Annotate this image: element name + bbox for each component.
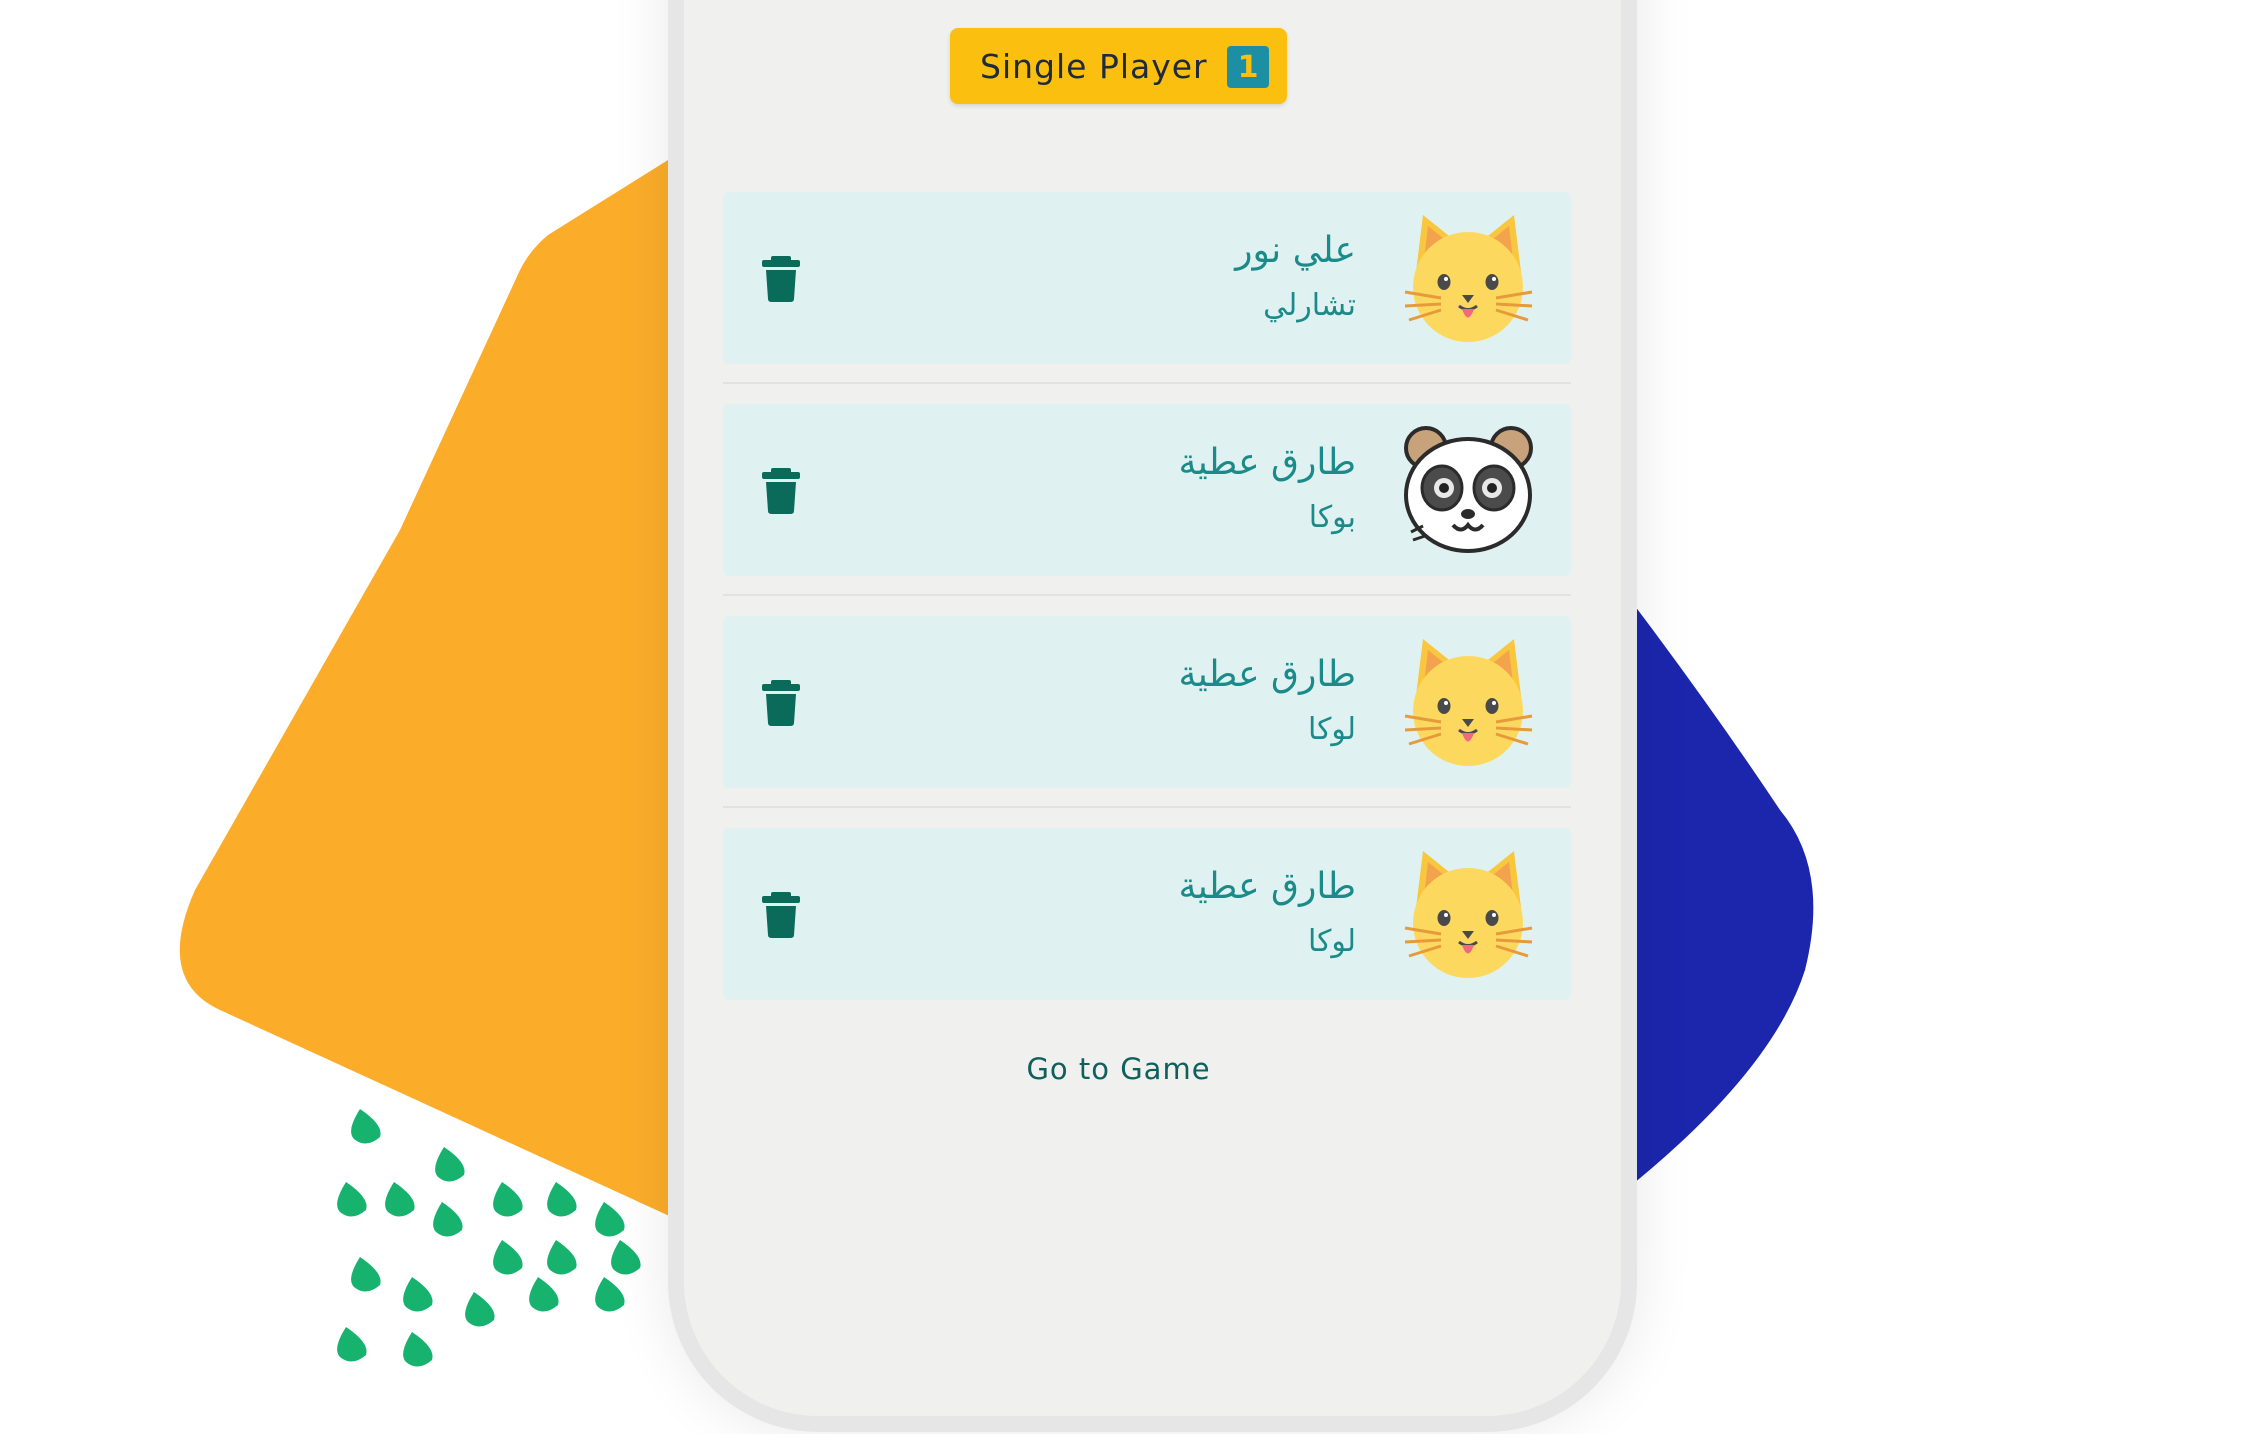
green-dot — [351, 1257, 381, 1292]
green-dot — [385, 1182, 415, 1217]
green-dot — [547, 1240, 577, 1275]
green-dot — [403, 1332, 433, 1367]
go-to-game-link[interactable]: Go to Game — [980, 1052, 1257, 1086]
panda-icon — [1401, 422, 1536, 557]
green-dot — [595, 1202, 625, 1237]
green-dot — [493, 1182, 523, 1217]
cat-icon — [1401, 634, 1536, 769]
trash-icon[interactable] — [759, 677, 803, 727]
pet-name: تشارلي — [1263, 288, 1356, 323]
green-dot — [595, 1277, 625, 1312]
player-name: طارق عطية — [1178, 442, 1356, 483]
mode-badge[interactable]: Single Player 1 — [950, 28, 1287, 104]
green-dot — [337, 1182, 367, 1217]
player-card: طارق عطية بوكا — [723, 404, 1571, 596]
green-dot — [435, 1147, 465, 1182]
green-dot — [493, 1240, 523, 1275]
player-card: علي نور تشارلي — [723, 192, 1571, 384]
player-name: طارق عطية — [1178, 866, 1356, 907]
pet-name: بوكا — [1308, 500, 1356, 535]
green-dot — [465, 1292, 495, 1327]
pet-name: لوكا — [1307, 924, 1356, 959]
pet-name: لوكا — [1307, 712, 1356, 747]
green-dot — [547, 1182, 577, 1217]
trash-icon[interactable] — [759, 889, 803, 939]
green-dot — [351, 1109, 381, 1144]
trash-icon[interactable] — [759, 253, 803, 303]
green-dot — [337, 1327, 367, 1362]
green-dot — [529, 1277, 559, 1312]
player-card: طارق عطية لوكا — [723, 828, 1571, 1000]
player-name: علي نور — [1235, 230, 1356, 271]
cat-icon — [1401, 210, 1536, 345]
green-dot — [403, 1277, 433, 1312]
player-name: طارق عطية — [1178, 654, 1356, 695]
orange-shape — [179, 140, 700, 1230]
mode-label: Single Player — [980, 46, 1208, 86]
cat-icon — [1401, 846, 1536, 981]
player-count-badge: 1 — [1227, 46, 1269, 88]
player-card: طارق عطية لوكا — [723, 616, 1571, 808]
trash-icon[interactable] — [759, 465, 803, 515]
player-list: علي نور تشارلي طارق عطية بوكا طارق عطية … — [723, 192, 1571, 1040]
green-dot — [433, 1202, 463, 1237]
green-dot — [611, 1240, 641, 1275]
